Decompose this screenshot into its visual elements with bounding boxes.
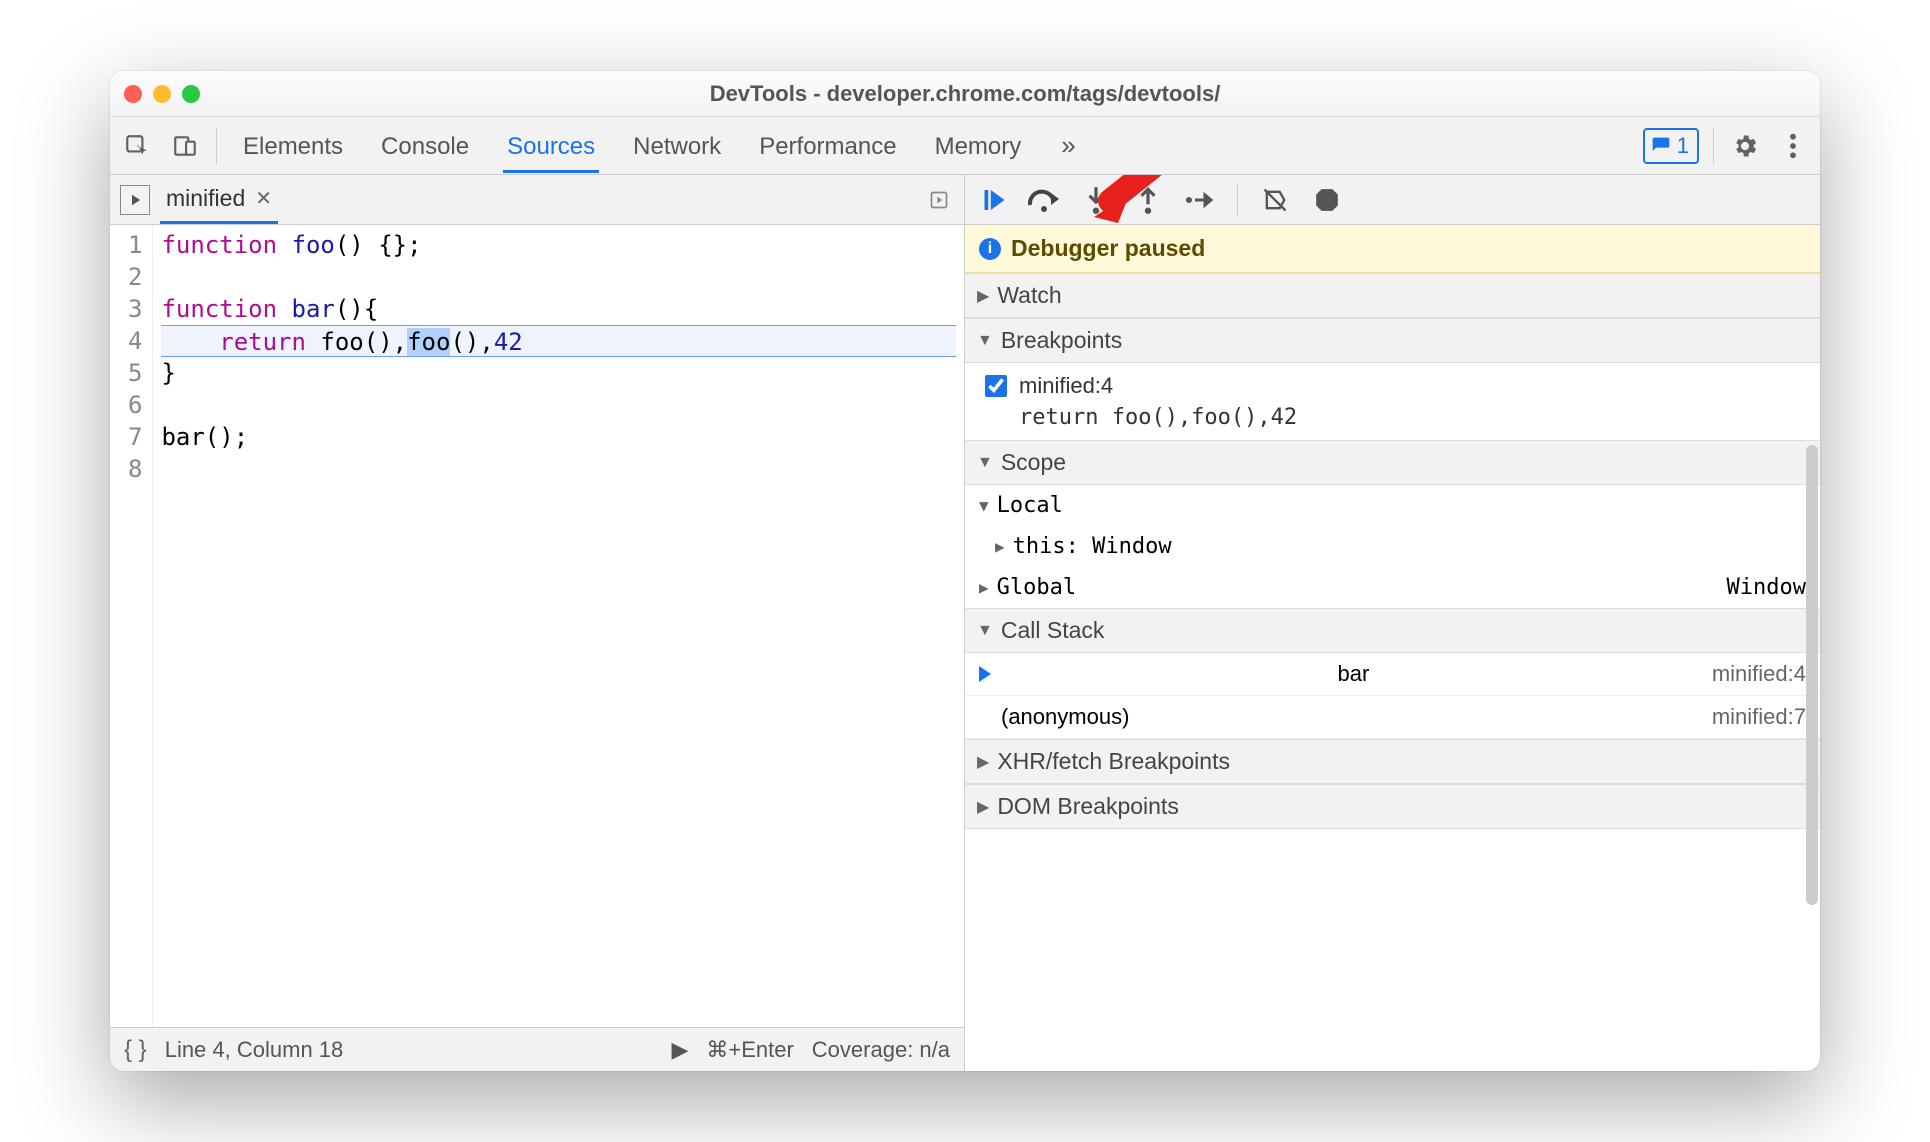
scope-label: Scope — [1001, 449, 1066, 476]
step-into-icon[interactable] — [1077, 181, 1115, 219]
scope-this-label: this — [1013, 534, 1066, 559]
file-tab[interactable]: minified ✕ — [160, 175, 278, 224]
main-split: minified ✕ 12345678 function foo() {};fu… — [110, 175, 1820, 1071]
inspect-element-icon[interactable] — [120, 129, 154, 163]
chevron-right-icon: ▶ — [977, 797, 989, 817]
xhr-breakpoints-section-header[interactable]: ▶ XHR/fetch Breakpoints — [965, 739, 1820, 784]
callstack-section-body: barminified:4(anonymous)minified:7 — [965, 653, 1820, 739]
chevron-right-icon: ▶ — [977, 752, 989, 772]
separator — [1237, 185, 1238, 215]
watch-label: Watch — [997, 282, 1061, 309]
minimize-window-button[interactable] — [153, 85, 171, 103]
tab-memory[interactable]: Memory — [931, 119, 1026, 173]
pause-exceptions-icon[interactable] — [1308, 181, 1346, 219]
tab-elements[interactable]: Elements — [239, 119, 347, 173]
run-hint: ⌘+Enter — [706, 1037, 793, 1063]
panel-tabs: Elements Console Sources Network Perform… — [239, 119, 1082, 173]
scope-local-row[interactable]: ▼ Local — [965, 485, 1820, 526]
cursor-position: Line 4, Column 18 — [165, 1037, 344, 1063]
maximize-window-button[interactable] — [182, 85, 200, 103]
scope-global-label: Global — [997, 575, 1076, 600]
paused-label: Debugger paused — [1011, 235, 1205, 262]
step-icon[interactable] — [1181, 181, 1219, 219]
tab-console[interactable]: Console — [377, 119, 473, 173]
debugger-panel: i Debugger paused ▶ Watch ▼ Breakpoints … — [965, 175, 1820, 1071]
breakpoints-section-header[interactable]: ▼ Breakpoints — [965, 318, 1820, 363]
tab-performance[interactable]: Performance — [755, 119, 900, 173]
info-icon: i — [979, 238, 1001, 260]
scope-section-body: ▼ Local ▶ this: Window ▶ Global Window — [965, 485, 1820, 608]
window-controls — [124, 85, 200, 103]
chevron-down-icon: ▼ — [977, 454, 993, 472]
scope-global-row[interactable]: ▶ Global Window — [965, 567, 1820, 608]
scrollbar[interactable] — [1806, 445, 1818, 905]
show-navigator-icon[interactable] — [120, 185, 150, 215]
chevron-right-icon: ▶ — [995, 537, 1005, 556]
scope-global-value: Window — [1727, 575, 1806, 600]
more-tabs-icon[interactable]: » — [1055, 130, 1081, 161]
callstack-frame[interactable]: (anonymous)minified:7 — [965, 696, 1820, 739]
dom-breakpoints-label: DOM Breakpoints — [997, 793, 1179, 820]
debugger-toolbar — [965, 175, 1820, 225]
scope-this-value: Window — [1092, 534, 1171, 559]
editor-status-bar: { } Line 4, Column 18 ▶ ⌘+Enter Coverage… — [110, 1027, 964, 1071]
breakpoint-location: minified:4 — [1019, 373, 1113, 399]
breakpoints-section-body: minified:4 return foo(),foo(),42 — [965, 363, 1820, 440]
chevron-right-icon: ▶ — [979, 578, 989, 597]
pretty-print-icon[interactable]: { } — [124, 1036, 147, 1064]
xhr-breakpoints-label: XHR/fetch Breakpoints — [997, 748, 1230, 775]
chevron-down-icon: ▼ — [979, 496, 989, 515]
issues-count: 1 — [1677, 133, 1689, 159]
callstack-section-header[interactable]: ▼ Call Stack — [965, 608, 1820, 653]
scope-local-label: Local — [997, 493, 1063, 518]
file-tab-bar: minified ✕ — [110, 175, 964, 225]
callstack-label: Call Stack — [1001, 617, 1105, 644]
close-file-icon[interactable]: ✕ — [255, 186, 272, 211]
step-out-icon[interactable] — [1129, 181, 1167, 219]
devtools-window: DevTools - developer.chrome.com/tags/dev… — [110, 71, 1820, 1071]
titlebar: DevTools - developer.chrome.com/tags/dev… — [110, 71, 1820, 117]
separator — [1713, 128, 1714, 164]
debugger-paused-banner: i Debugger paused — [965, 225, 1820, 273]
deactivate-breakpoints-icon[interactable] — [1256, 181, 1294, 219]
scope-this-row[interactable]: ▶ this: Window — [965, 526, 1820, 567]
settings-icon[interactable] — [1728, 129, 1762, 163]
sources-panel: minified ✕ 12345678 function foo() {};fu… — [110, 175, 965, 1071]
chevron-right-icon: ▶ — [977, 286, 989, 306]
breakpoint-item[interactable]: minified:4 return foo(),foo(),42 — [965, 363, 1820, 440]
separator — [216, 128, 217, 164]
step-over-icon[interactable] — [1025, 181, 1063, 219]
issues-badge[interactable]: 1 — [1643, 128, 1699, 164]
breakpoint-checkbox[interactable] — [985, 375, 1007, 397]
tab-sources[interactable]: Sources — [503, 119, 599, 173]
kebab-menu-icon[interactable] — [1776, 129, 1810, 163]
tab-network[interactable]: Network — [629, 119, 725, 173]
breakpoints-label: Breakpoints — [1001, 327, 1122, 354]
device-toggle-icon[interactable] — [168, 129, 202, 163]
file-tab-name: minified — [166, 185, 245, 212]
close-window-button[interactable] — [124, 85, 142, 103]
resume-script-icon[interactable] — [973, 181, 1011, 219]
line-gutter: 12345678 — [110, 225, 153, 1027]
scope-section-header[interactable]: ▼ Scope — [965, 440, 1820, 485]
chevron-down-icon: ▼ — [977, 332, 993, 350]
main-toolbar: Elements Console Sources Network Perform… — [110, 117, 1820, 175]
dom-breakpoints-section-header[interactable]: ▶ DOM Breakpoints — [965, 784, 1820, 829]
code-content[interactable]: function foo() {};function bar(){ return… — [153, 225, 964, 1027]
window-title: DevTools - developer.chrome.com/tags/dev… — [110, 81, 1820, 107]
callstack-frame[interactable]: barminified:4 — [965, 653, 1820, 696]
coverage-status: Coverage: n/a — [812, 1037, 950, 1063]
run-icon[interactable]: ▶ — [671, 1037, 688, 1063]
chevron-down-icon: ▼ — [977, 622, 993, 640]
breakpoint-code: return foo(),foo(),42 — [985, 405, 1808, 430]
watch-section-header[interactable]: ▶ Watch — [965, 273, 1820, 318]
code-editor[interactable]: 12345678 function foo() {};function bar(… — [110, 225, 964, 1027]
run-snippet-icon[interactable] — [924, 185, 954, 215]
